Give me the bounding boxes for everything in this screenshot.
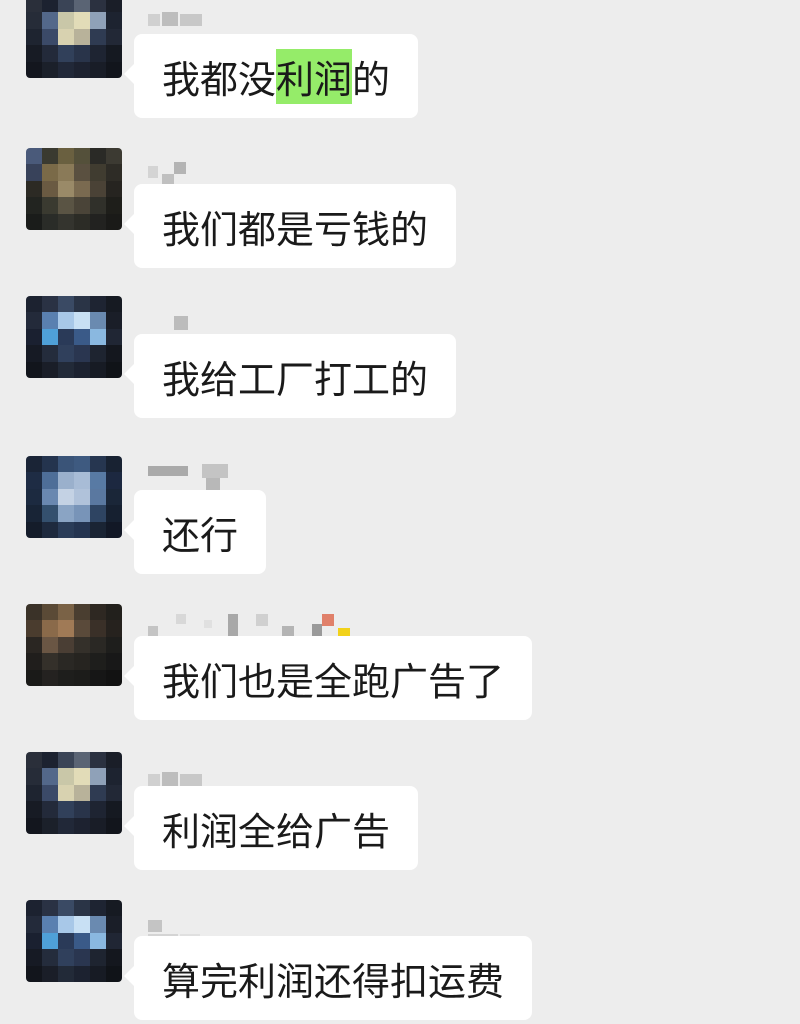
message-text: 我都没 — [162, 57, 277, 102]
sender-name-pixelated — [148, 760, 368, 786]
sender-name-pixelated — [148, 8, 368, 28]
sender-name-pixelated — [148, 906, 368, 944]
message-text: 利润全给广告 — [162, 809, 391, 854]
highlighted-text: 利润 — [276, 48, 353, 104]
message-text: 我给工厂打工的 — [162, 357, 429, 402]
sender-avatar-pixelated[interactable] — [26, 900, 122, 982]
message-text: 的 — [352, 57, 391, 102]
message-bubble[interactable]: 我给工厂打工的 — [123, 334, 457, 418]
chat-message-list[interactable]: 我都没 利润的 我们都是亏钱的 我给工厂打工的 还行 我们也是全跑广告了 利润全… — [0, 0, 800, 1024]
sender-avatar-pixelated[interactable] — [26, 0, 122, 78]
sender-avatar-pixelated[interactable] — [26, 456, 122, 538]
sender-name-pixelated — [148, 612, 368, 640]
sender-avatar-pixelated[interactable] — [26, 296, 122, 378]
message-bubble[interactable]: 我们都是亏钱的 — [123, 184, 457, 268]
message-bubble[interactable]: 算完利润还得扣运费 — [123, 936, 533, 1020]
message-bubble[interactable]: 我们也是全跑广告了 — [123, 636, 533, 720]
sender-name-pixelated — [148, 304, 368, 330]
message-bubble[interactable]: 利润全给广告 — [123, 786, 419, 870]
sender-avatar-pixelated[interactable] — [26, 752, 122, 834]
message-bubble[interactable]: 我都没 利润的 — [123, 34, 419, 118]
sender-avatar-pixelated[interactable] — [26, 148, 122, 230]
sender-avatar-pixelated[interactable] — [26, 604, 122, 686]
message-bubble[interactable]: 还行 — [123, 490, 267, 574]
message-text: 还行 — [162, 513, 239, 558]
sender-name-pixelated — [148, 156, 368, 184]
message-text: 我们都是亏钱的 — [162, 207, 429, 252]
message-text: 算完利润还得扣运费 — [162, 959, 505, 1004]
sender-name-pixelated — [148, 464, 368, 490]
message-text: 我们也是全跑广告了 — [162, 659, 505, 704]
